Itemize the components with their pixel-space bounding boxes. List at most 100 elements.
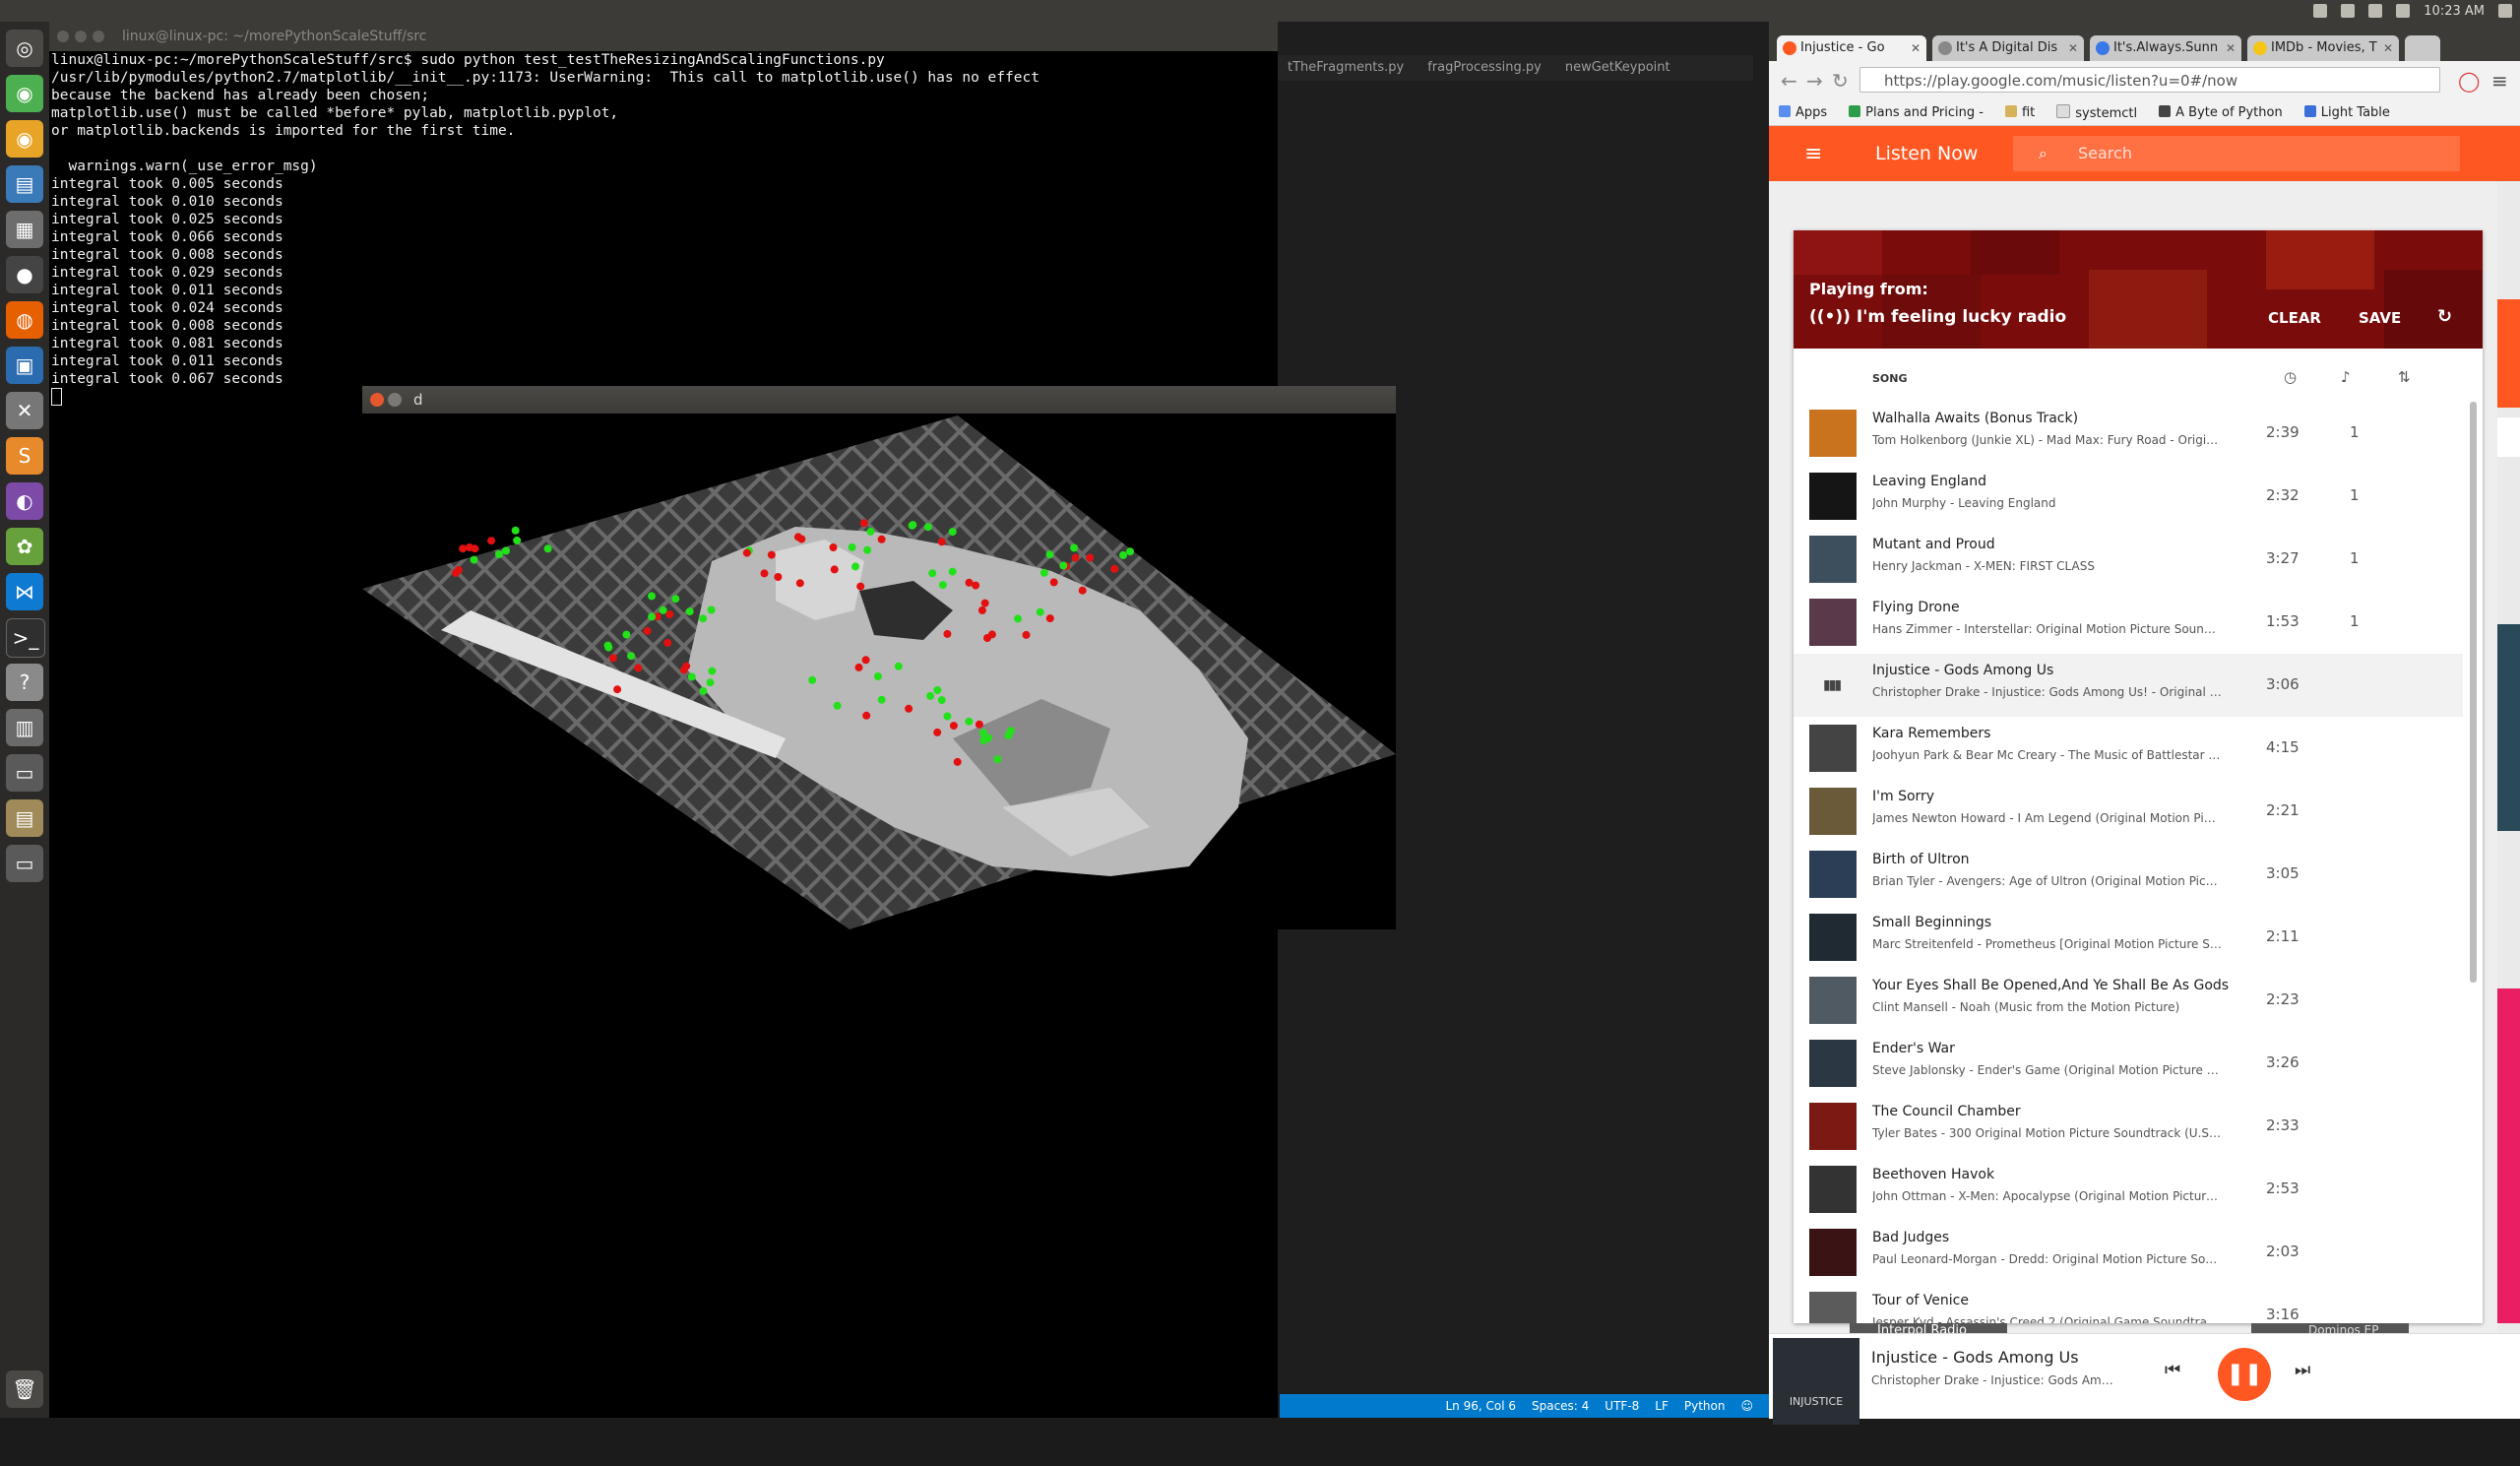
queue-song-row[interactable]: Flying Drone Hans Zimmer - Interstellar: … xyxy=(1794,591,2463,654)
bookmark-light-table[interactable]: Light Table xyxy=(2303,105,2390,120)
steam-icon[interactable]: ● xyxy=(6,256,43,293)
back-icon[interactable]: ← xyxy=(1781,69,1797,93)
queue-song-row[interactable]: Your Eyes Shall Be Opened,And Ye Shall B… xyxy=(1794,969,2463,1032)
editor-tab[interactable]: tTheFragments.py xyxy=(1276,55,1416,81)
indentation[interactable]: Spaces: 4 xyxy=(1532,1399,1589,1413)
pause-button[interactable]: ❚❚ xyxy=(2218,1348,2271,1401)
dash-icon[interactable]: ◎ xyxy=(6,30,43,67)
image-window-titlebar[interactable]: d xyxy=(362,386,1396,414)
hamburger-menu-icon[interactable]: ≡ xyxy=(1804,142,1822,166)
queue-song-row[interactable]: Leaving England John Murphy - Leaving Eng… xyxy=(1794,465,2463,528)
next-icon[interactable]: ⏭ xyxy=(2295,1360,2310,1380)
line-ending[interactable]: LF xyxy=(1655,1399,1669,1413)
sublime-icon[interactable]: S xyxy=(6,437,43,475)
editor-tab[interactable]: fragProcessing.py xyxy=(1416,55,1553,81)
drive-icon[interactable]: ▭ xyxy=(6,845,43,882)
encoding[interactable]: UTF-8 xyxy=(1605,1399,1639,1413)
bookmark-apps[interactable]: Apps xyxy=(1779,105,1827,120)
eclipse-icon[interactable]: ◐ xyxy=(6,482,43,520)
files-icon[interactable]: ▦ xyxy=(6,211,43,248)
queue-song-row[interactable]: Walhalla Awaits (Bonus Track) Tom Holkenb… xyxy=(1794,402,2463,465)
keyboard-icon[interactable] xyxy=(2341,4,2356,18)
menu-icon[interactable]: ≡ xyxy=(2491,69,2508,93)
image-window[interactable]: d xyxy=(362,386,1396,929)
new-tab-button[interactable] xyxy=(2405,35,2440,61)
close-icon[interactable]: ✕ xyxy=(2226,35,2236,61)
keypoint-marker xyxy=(708,667,717,675)
bookmark-systemctl[interactable]: systemctl xyxy=(2056,104,2137,121)
queue-song-row[interactable]: The Council Chamber Tyler Bates - 300 Ori… xyxy=(1794,1095,2463,1158)
writer-icon[interactable]: ▤ xyxy=(6,165,43,203)
terminal-titlebar[interactable]: linux@linux-pc: ~/morePythonScaleStuff/s… xyxy=(49,22,1278,51)
maximize-icon[interactable] xyxy=(93,31,104,42)
keypoint-marker xyxy=(993,755,1002,764)
minimize-icon[interactable] xyxy=(75,31,87,42)
album-card-label[interactable]: Dominos EP xyxy=(2308,1323,2378,1333)
reload-icon[interactable]: ↻ xyxy=(1832,69,1849,93)
clock[interactable]: 10:23 AM xyxy=(2424,4,2485,19)
queue-song-row[interactable]: Beethoven Havok John Ottman - X-Men: Apoc… xyxy=(1794,1158,2463,1221)
bookmark-plans[interactable]: Plans and Pricing - xyxy=(1849,105,1984,120)
clock-icon[interactable]: ◷ xyxy=(2284,368,2297,386)
language-mode[interactable]: Python xyxy=(1684,1399,1726,1413)
bookmark-fit[interactable]: fit xyxy=(2004,105,2035,120)
firefox-icon[interactable]: ◍ xyxy=(6,301,43,339)
close-icon[interactable]: ✕ xyxy=(1911,35,1921,61)
music-note-icon[interactable]: ♪ xyxy=(2341,368,2351,386)
scrollbar-thumb[interactable] xyxy=(2470,402,2477,983)
chrome-icon[interactable]: ◉ xyxy=(6,120,43,158)
close-icon[interactable] xyxy=(57,31,69,42)
tools-icon[interactable]: ✕ xyxy=(6,392,43,429)
bookmark-byte-of-python[interactable]: A Byte of Python xyxy=(2159,105,2283,120)
queue-song-row[interactable]: Bad Judges Paul Leonard-Morgan - Dredd: O… xyxy=(1794,1221,2463,1284)
refresh-icon[interactable]: ↻ xyxy=(2437,306,2452,327)
cursor-position[interactable]: Ln 96, Col 6 xyxy=(1445,1399,1516,1413)
help-icon[interactable]: ? xyxy=(6,664,43,701)
queue-song-row[interactable]: Ender's War Steve Jablonsky - Ender's Gam… xyxy=(1794,1032,2463,1095)
close-icon[interactable]: ✕ xyxy=(2068,35,2078,61)
archive-icon[interactable]: ▤ xyxy=(6,799,43,837)
radio-name[interactable]: ((•)) I'm feeling lucky radio xyxy=(1809,307,2066,327)
queue-song-row[interactable]: Kara Remembers Joohyun Park & Bear Mc Cre… xyxy=(1794,717,2463,780)
queue-song-row[interactable]: Tour of Venice Jesper Kyd - Assassin's Cr… xyxy=(1794,1284,2463,1323)
save-button[interactable]: SAVE xyxy=(2359,309,2401,327)
browser-tab[interactable]: It's.Always.Sunn ✕ xyxy=(2090,35,2241,61)
now-playing-art[interactable]: INJUSTICE xyxy=(1773,1338,1859,1425)
radio-card-label[interactable]: Interpol Radio xyxy=(1877,1323,1967,1333)
close-icon[interactable] xyxy=(370,393,384,407)
search-input[interactable]: ⌕ Search xyxy=(2013,136,2460,171)
browser-tab[interactable]: IMDb - Movies, T ✕ xyxy=(2247,35,2399,61)
previous-icon[interactable]: ⏮ xyxy=(2165,1360,2180,1380)
power-icon[interactable] xyxy=(2498,4,2512,18)
queue-song-row[interactable]: Birth of Ultron Brian Tyler - Avengers: A… xyxy=(1794,843,2463,906)
network-icon[interactable] xyxy=(2368,4,2383,18)
volume-icon[interactable] xyxy=(2396,4,2411,18)
queue-song-row[interactable]: Small Beginnings Marc Streitenfeld - Prom… xyxy=(1794,906,2463,969)
terminal-icon[interactable]: >_ xyxy=(6,618,45,658)
dropbox-icon[interactable] xyxy=(2313,4,2328,18)
queue-song-row[interactable]: ▮▮▮ Injustice - Gods Among Us Christopher … xyxy=(1794,654,2463,717)
gimp-icon[interactable]: ✿ xyxy=(6,528,43,565)
opera-extension-icon[interactable]: ◯ xyxy=(2458,69,2480,93)
editor-tab[interactable]: newGetKeypoint xyxy=(1553,55,1682,81)
browser-tab[interactable]: Injustice - Go ✕ xyxy=(1777,35,1926,61)
trash-icon[interactable]: 🗑 xyxy=(6,1370,43,1408)
address-bar[interactable]: https://play.google.com/music/listen?u=0… xyxy=(1859,67,2440,93)
workspaces-icon[interactable]: ▥ xyxy=(6,709,43,746)
thumbs-icon[interactable]: ⇅ xyxy=(2398,368,2411,386)
browser-tab[interactable]: It's A Digital Dis ✕ xyxy=(1932,35,2084,61)
queue-song-row[interactable]: I'm Sorry James Newton Howard - I Am Lege… xyxy=(1794,780,2463,843)
queue-song-row[interactable]: Mutant and Proud Henry Jackman - X-MEN: F… xyxy=(1794,528,2463,591)
drive-icon[interactable]: ▭ xyxy=(6,754,43,792)
close-icon[interactable]: ✕ xyxy=(2383,35,2393,61)
song-column-header[interactable]: SONG xyxy=(1872,372,1908,385)
chromium-icon[interactable]: ◉ xyxy=(6,75,43,112)
forward-icon[interactable]: → xyxy=(1806,69,1823,93)
minimize-icon[interactable] xyxy=(388,393,402,407)
smiley-icon[interactable]: ☺ xyxy=(1740,1399,1753,1413)
vscode-icon[interactable]: ⋈ xyxy=(6,573,43,610)
keypoint-marker xyxy=(965,578,974,587)
queue-scrollbar[interactable] xyxy=(2468,402,2478,1307)
clear-button[interactable]: CLEAR xyxy=(2268,309,2321,327)
virtualbox-icon[interactable]: ▣ xyxy=(6,347,43,384)
